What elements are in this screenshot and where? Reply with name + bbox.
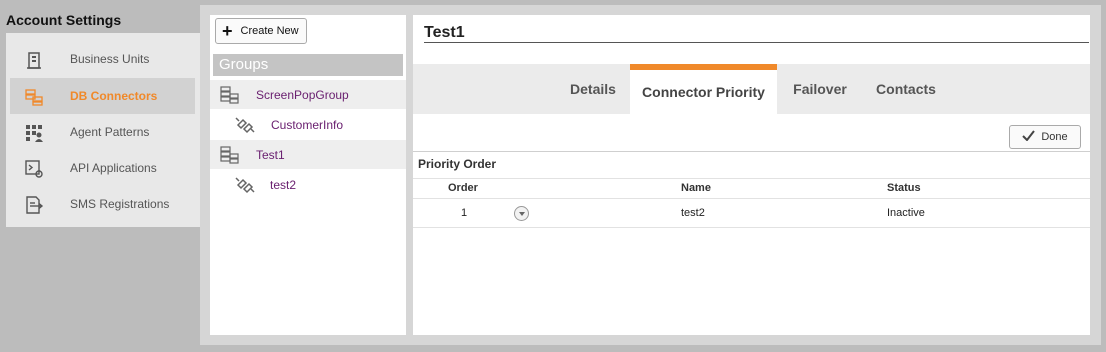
tab-connector-priority[interactable]: Connector Priority xyxy=(630,64,777,114)
status-cell: Inactive xyxy=(887,207,925,219)
settings-item-api-applications[interactable]: API Applications xyxy=(10,150,195,186)
priority-order-heading: Priority Order xyxy=(418,157,497,171)
table-header-line xyxy=(413,198,1090,199)
checkmark-icon xyxy=(1022,130,1036,144)
settings-item-label: DB Connectors xyxy=(70,89,158,103)
settings-item-label: SMS Registrations xyxy=(70,197,170,211)
settings-item-business-units[interactable]: Business Units xyxy=(10,41,195,77)
table-top-line xyxy=(413,178,1090,179)
settings-item-agent-patterns[interactable]: Agent Patterns xyxy=(10,114,195,150)
connector-icon xyxy=(235,116,255,134)
name-cell: test2 xyxy=(681,207,705,219)
table-row-line xyxy=(413,227,1090,228)
tree-item-test1[interactable]: Test1 xyxy=(210,140,406,169)
tree-item-label: Test1 xyxy=(256,147,285,162)
groups-header: Groups xyxy=(213,54,403,76)
settings-item-sms-registrations[interactable]: SMS Registrations xyxy=(10,186,195,222)
settings-item-label: API Applications xyxy=(70,161,157,175)
sms-registrations-icon xyxy=(24,195,44,215)
connector-icon xyxy=(235,176,255,194)
create-new-label: Create New xyxy=(240,25,299,37)
order-dropdown-button[interactable] xyxy=(514,206,529,221)
tree-item-test2[interactable]: test2 xyxy=(210,170,406,199)
create-new-button[interactable]: + Create New xyxy=(215,18,307,44)
db-connectors-icon xyxy=(24,87,44,107)
tree-item-label: CustomerInfo xyxy=(271,117,344,132)
title-divider xyxy=(424,42,1089,43)
done-button[interactable]: Done xyxy=(1009,125,1081,149)
plus-icon: + xyxy=(222,21,233,41)
tree-item-customerinfo[interactable]: CustomerInfo xyxy=(210,110,406,139)
column-header-order: Order xyxy=(448,182,478,194)
done-label: Done xyxy=(1041,131,1068,143)
content-panel xyxy=(413,15,1090,335)
page-title: Test1 xyxy=(424,24,465,41)
account-settings-title: Account Settings xyxy=(6,12,122,28)
tab-failover[interactable]: Failover xyxy=(785,64,855,114)
column-header-name: Name xyxy=(681,182,711,194)
settings-item-label: Agent Patterns xyxy=(70,125,150,139)
settings-item-label: Business Units xyxy=(70,52,150,66)
api-applications-icon xyxy=(24,159,44,179)
content-divider xyxy=(413,151,1090,152)
tab-contacts[interactable]: Contacts xyxy=(868,64,944,114)
group-icon xyxy=(220,146,240,164)
tree-item-screenpopgroup[interactable]: ScreenPopGroup xyxy=(210,80,406,109)
order-cell: 1 xyxy=(461,207,468,219)
building-icon xyxy=(24,50,44,70)
agent-patterns-icon xyxy=(24,123,44,143)
settings-item-db-connectors[interactable]: DB Connectors xyxy=(10,78,195,114)
tree-item-label: test2 xyxy=(270,177,297,192)
tree-item-label: ScreenPopGroup xyxy=(256,87,349,102)
tab-details[interactable]: Details xyxy=(560,64,626,114)
column-header-status: Status xyxy=(887,182,921,194)
group-icon xyxy=(220,86,240,104)
